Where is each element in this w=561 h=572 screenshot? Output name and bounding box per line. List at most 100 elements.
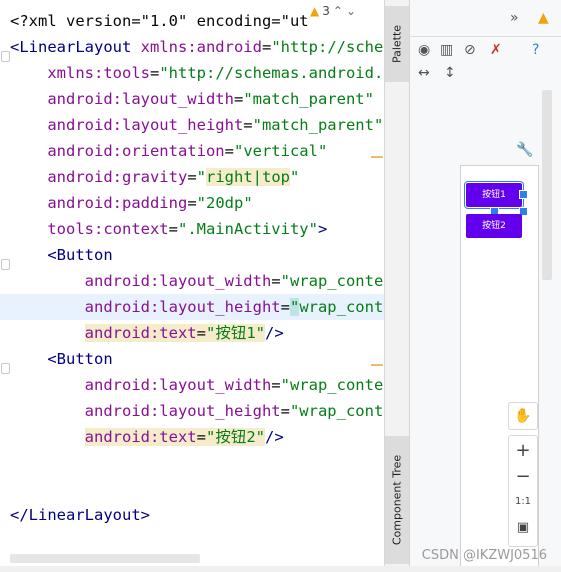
code-token: = [187, 194, 197, 212]
horizontal-scrollbar[interactable] [10, 554, 200, 563]
code-line[interactable]: <Button [10, 346, 113, 372]
clear-constraints-icon[interactable]: ✗ [490, 42, 502, 58]
watermark: CSDN @IKZWJ0516 [421, 548, 547, 563]
code-token: = [280, 402, 290, 420]
zoom-out-button[interactable]: − [509, 466, 537, 487]
code-line[interactable]: </LinearLayout> [10, 502, 150, 528]
code-token: /> [264, 428, 284, 446]
eye-icon[interactable]: ◉ [418, 42, 430, 58]
code-line[interactable]: xmlns:tools="http://schemas.android.co [10, 60, 384, 86]
code-line[interactable]: android:layout_height="wrap_conten [0, 294, 384, 320]
code-line[interactable]: <LinearLayout xmlns:android="http://sche… [10, 34, 384, 60]
preview-button-1[interactable]: 按钮1 [464, 181, 524, 209]
code-token: <Button [10, 350, 113, 368]
palette-tab-label: Palette [390, 24, 404, 64]
code-token: android:layout_height [10, 116, 244, 134]
code-token: = [271, 376, 281, 394]
zoom-in-button[interactable]: + [509, 440, 537, 461]
code-token: "wrap_conten [280, 376, 384, 394]
design-vertical-scrollbar[interactable] [542, 90, 552, 280]
code-token: = [243, 116, 253, 134]
code-token: android:layout_height [10, 298, 281, 316]
wrench-icon[interactable]: 🔧 [516, 142, 533, 158]
warning-icon: ▲ [310, 4, 320, 18]
code-token: "match_parent" [243, 90, 374, 108]
magnet-off-icon[interactable]: ⊘ [464, 42, 476, 58]
inspection-widget[interactable]: ▲ 3 ⌃ ⌄ [306, 4, 360, 18]
side-tool-strip: Palette Component Tree [385, 0, 410, 572]
code-line[interactable]: android:text="按钮1"/> [10, 320, 284, 346]
design-top-toolbar: » ▲ [410, 0, 561, 37]
code-line[interactable]: android:layout_height="match_parent" [10, 112, 383, 138]
fold-icon[interactable] [1, 363, 10, 374]
code-line[interactable]: android:text="按钮2"/> [10, 424, 284, 450]
code-line[interactable]: android:layout_width="wrap_conten [10, 268, 384, 294]
code-token: tools:context [10, 220, 169, 238]
code-line[interactable]: <?xml version="1.0" encoding="ut [10, 8, 309, 34]
code-token: xmlns:tools [10, 64, 150, 82]
code-token: "http://schema [271, 38, 384, 56]
chevron-down-icon[interactable]: ⌄ [346, 4, 356, 18]
code-token: ".MainActivity" [177, 220, 318, 238]
vertical-resize-icon[interactable]: ↕ [444, 65, 456, 81]
code-token: = [168, 220, 178, 238]
code-token: "wrap_conten [289, 402, 384, 420]
code-token: right|top [206, 168, 290, 186]
code-token: android:layout_height [10, 402, 281, 420]
preview-button-2[interactable]: 按钮2 [466, 214, 522, 238]
change-marker [371, 364, 383, 366]
code-token: = [196, 324, 206, 342]
code-token: "按钮1" [205, 324, 265, 342]
zoom-actual-size-button[interactable]: 1:1 [509, 496, 537, 507]
palette-tab[interactable]: Palette [385, 6, 409, 82]
code-line[interactable]: android:layout_width="wrap_conten [10, 372, 384, 398]
fold-icon[interactable] [1, 51, 10, 62]
code-token: android:orientation [10, 142, 225, 160]
blueprint-icon[interactable]: ▥ [440, 42, 453, 58]
help-icon[interactable]: ? [532, 42, 539, 58]
change-marker [371, 156, 383, 158]
code-token: = [196, 428, 206, 446]
code-token: </LinearLayout> [10, 506, 150, 524]
code-token: "wrap_conten [280, 272, 384, 290]
code-line[interactable]: android:gravity="right|top" [10, 164, 299, 190]
code-line[interactable]: android:orientation="vertical" [10, 138, 327, 164]
component-tree-tab-label: Component Tree [390, 454, 404, 546]
zoom-controls: + − 1:1 ▣ [508, 435, 538, 547]
code-token: android:layout_width [10, 272, 272, 290]
code-line[interactable]: android:layout_height="wrap_conten [10, 398, 384, 424]
zoom-fit-icon[interactable]: ▣ [509, 520, 537, 535]
code-token: " [290, 168, 300, 186]
code-token: <Button [10, 246, 113, 264]
code-token: android:layout_width [10, 90, 234, 108]
preview-button-2-label: 按钮2 [482, 221, 506, 231]
code-token: = [261, 38, 272, 56]
code-line[interactable]: tools:context=".MainActivity"> [10, 216, 327, 242]
chevron-up-icon[interactable]: ⌃ [333, 4, 343, 18]
code-line[interactable]: android:padding="20dp" [10, 190, 253, 216]
code-line[interactable]: <Button [10, 242, 113, 268]
code-token: "http://schemas.android.co [159, 64, 384, 82]
pan-hand-icon[interactable]: ✋ [508, 402, 538, 430]
component-tree-tab[interactable]: Component Tree [385, 436, 409, 564]
code-token: android:gravity [10, 168, 188, 186]
horizontal-resize-icon[interactable]: ↔ [418, 65, 430, 81]
code-token: "20dp" [196, 194, 253, 212]
code-token: <?xml version="1.0" encoding="ut [10, 12, 309, 30]
code-token: > [317, 220, 328, 238]
bottom-strip [0, 566, 561, 572]
warning-icon[interactable]: ▲ [538, 10, 549, 26]
chevrons-right-icon[interactable]: » [510, 10, 519, 26]
code-token: "match_parent" [252, 116, 384, 134]
xml-code-editor[interactable]: <?xml version="1.0" encoding="ut <LinearL… [0, 0, 384, 572]
fold-icon[interactable] [1, 259, 10, 270]
code-line[interactable]: android:layout_width="match_parent" [10, 86, 374, 112]
code-token: /> [264, 324, 284, 342]
code-token: = [149, 64, 160, 82]
code-token: = [187, 168, 197, 186]
selection-handle[interactable] [519, 190, 528, 199]
code-token: wrap_conten [299, 298, 384, 316]
code-token: android:text [84, 324, 197, 342]
